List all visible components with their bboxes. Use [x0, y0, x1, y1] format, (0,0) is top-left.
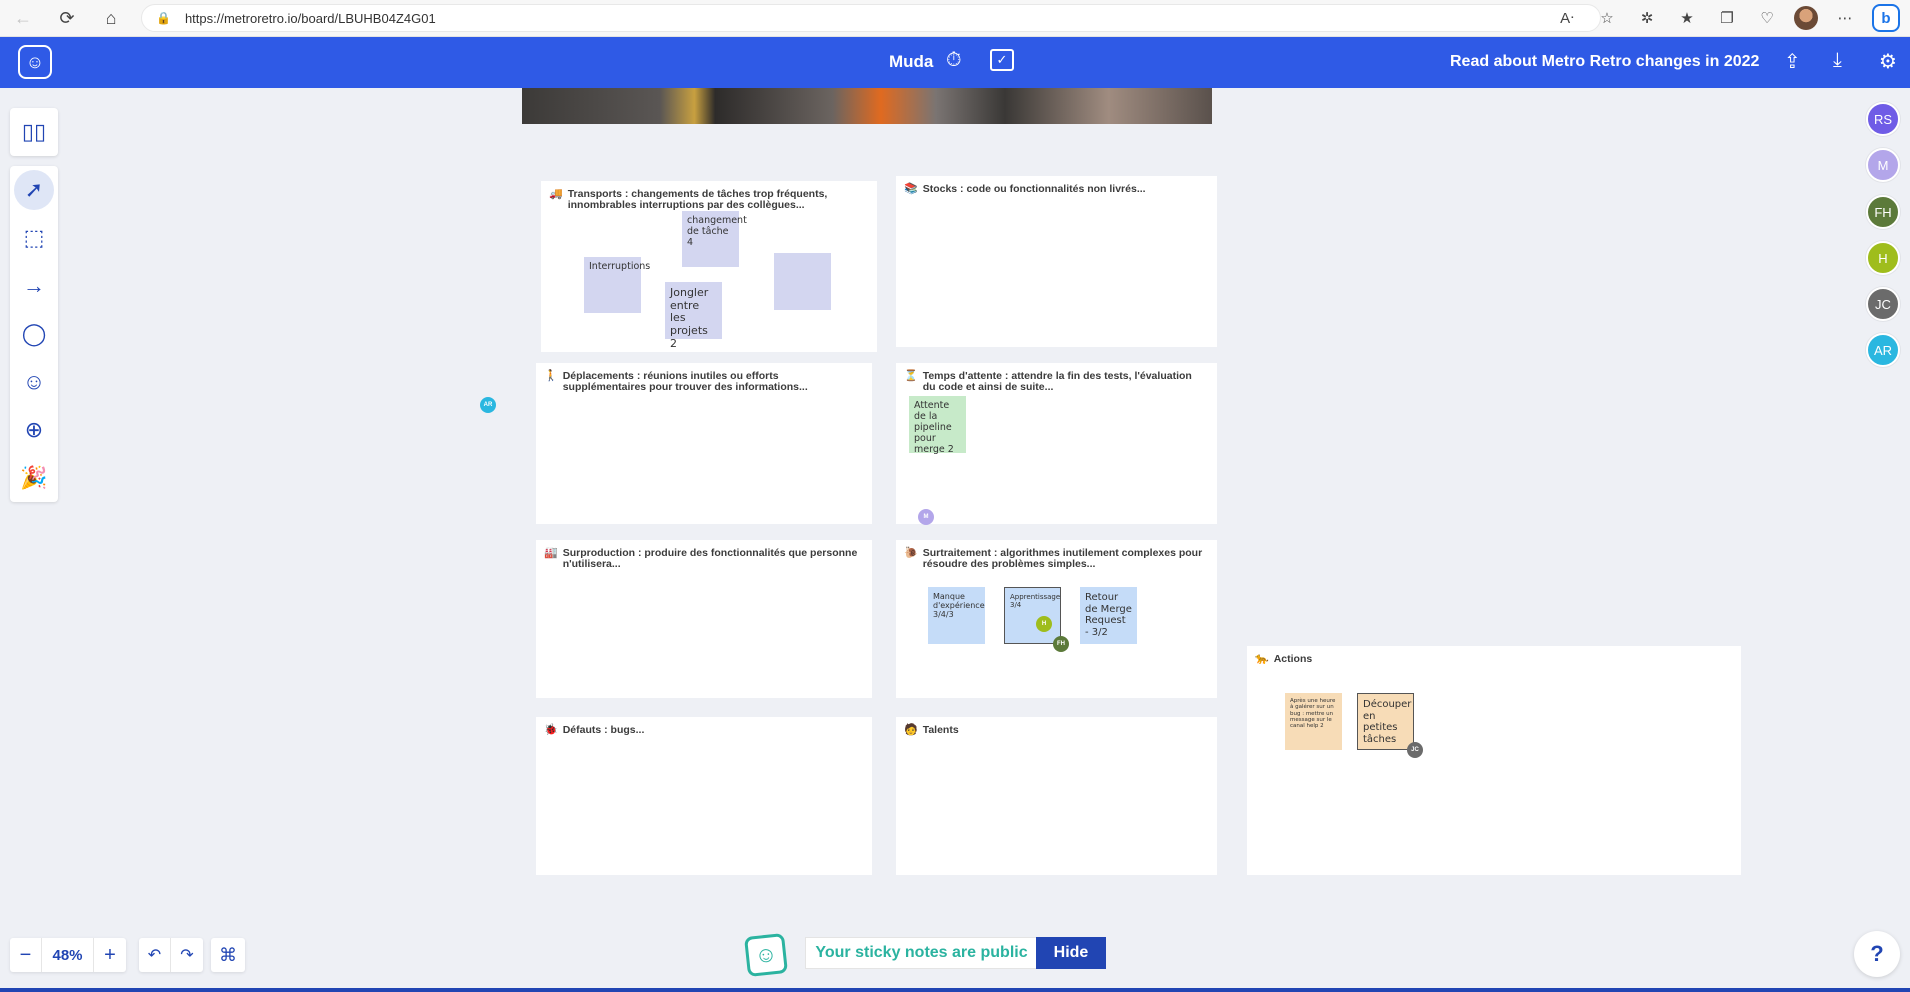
home-icon[interactable]: ⌂: [96, 3, 126, 33]
undo-redo-group: ↶ ↷: [139, 938, 203, 972]
column-temps-attente[interactable]: ⏳ Temps d'attente : attendre la fin des …: [896, 363, 1217, 525]
zoom-out-button[interactable]: −: [10, 938, 42, 972]
column-title: 🧑 Talents: [904, 724, 959, 736]
user-avatar-fh: FH: [1053, 636, 1069, 652]
column-defauts[interactable]: 🐞 Défauts : bugs...: [536, 717, 872, 875]
sticky-note[interactable]: Jongler entre les projets 2: [665, 282, 722, 349]
snail-icon: 🐌: [904, 547, 918, 559]
emoji-tool-icon[interactable]: ☺: [10, 358, 58, 406]
hourglass-icon: ⏳: [904, 370, 918, 382]
user-avatar[interactable]: FH: [1866, 195, 1900, 229]
user-avatar[interactable]: AR: [1866, 333, 1900, 367]
download-icon[interactable]: ⤓: [1833, 49, 1842, 72]
column-title: 🚚 Transports : changements de tâches tro…: [549, 188, 828, 211]
undo-icon[interactable]: ↶: [139, 938, 171, 972]
celebrate-tool-icon[interactable]: 🎉: [10, 454, 58, 502]
sticky-note[interactable]: Retour de Merge Request - 3/2: [1080, 587, 1137, 644]
zoom-level[interactable]: 48%: [42, 938, 94, 972]
help-button[interactable]: ?: [1854, 931, 1900, 977]
column-transports[interactable]: 🚚 Transports : changements de tâches tro…: [541, 181, 877, 352]
panel-toggle: ▯▯: [10, 108, 58, 156]
profile-avatar[interactable]: [1794, 6, 1818, 30]
sticky-note[interactable]: Après une heure à galérer sur un bug : m…: [1285, 693, 1342, 750]
select-tool-icon[interactable]: ➚: [14, 170, 54, 210]
column-stocks[interactable]: 📚 Stocks : code ou fonctionnalités non l…: [896, 176, 1217, 347]
user-cursor-avatar: M: [918, 509, 934, 525]
collections-icon[interactable]: ❐: [1714, 5, 1740, 31]
books-icon: 📚: [904, 183, 918, 195]
cheetah-icon: 🐆: [1255, 653, 1269, 665]
command-icon[interactable]: ⌘: [211, 938, 245, 972]
sticky-note[interactable]: Interruptions: [584, 257, 650, 313]
zoom-in-button[interactable]: +: [94, 938, 126, 972]
read-aloud-icon[interactable]: Aᐧ: [1554, 5, 1580, 31]
person-icon: 🧑: [904, 724, 918, 736]
refresh-icon[interactable]: ⟳: [52, 3, 82, 33]
bing-icon[interactable]: b: [1872, 4, 1900, 32]
board-header-image: [522, 88, 1212, 124]
column-title: 🐞 Défauts : bugs...: [544, 724, 645, 736]
sticky-note[interactable]: Attente de la pipeline pour merge 2: [909, 396, 966, 455]
timer-icon[interactable]: ⏱: [946, 49, 962, 72]
public-notice: Your sticky notes are public: [805, 937, 1038, 969]
bug-icon: 🐞: [544, 724, 558, 736]
user-avatar[interactable]: M: [1866, 148, 1900, 182]
user-avatar-h: H: [1036, 616, 1052, 632]
vote-icon[interactable]: ✓: [990, 49, 1014, 71]
column-title: 📚 Stocks : code ou fonctionnalités non l…: [904, 183, 1146, 195]
user-cursor-avatar: AR: [480, 397, 496, 413]
sticky-note[interactable]: Apprentissage 3/4: [1004, 587, 1061, 644]
back-icon[interactable]: ←: [8, 3, 38, 33]
sticky-note[interactable]: [774, 253, 831, 310]
column-title: 🏭 Surproduction : produire des fonctionn…: [544, 547, 858, 570]
mascot-icon: ☺: [744, 933, 788, 977]
bottom-strip: [0, 988, 1910, 992]
address-bar[interactable]: 🔒 https://metroretro.io/board/LBUHB04Z4G…: [141, 4, 1601, 32]
lock-icon: 🔒: [156, 11, 171, 25]
column-surtraitement[interactable]: 🐌 Surtraitement : algorithmes inutilemen…: [896, 540, 1217, 698]
plus-one-tool-icon[interactable]: ⊕: [10, 406, 58, 454]
column-title: 🚶 Déplacements : réunions inutiles ou ef…: [544, 370, 808, 393]
health-icon[interactable]: ♡: [1754, 5, 1780, 31]
url-text: https://metroretro.io/board/LBUHB04Z4G01: [184, 10, 436, 26]
column-actions[interactable]: 🐆 Actions Après une heure à galérer sur …: [1247, 646, 1741, 875]
walking-icon: 🚶: [544, 370, 558, 382]
redo-icon[interactable]: ↷: [171, 938, 203, 972]
app-header: ☺ Muda ⏱ ✓ Read about Metro Retro change…: [0, 37, 1910, 88]
user-avatar[interactable]: RS: [1866, 102, 1900, 136]
column-title: 🐌 Surtraitement : algorithmes inutilemen…: [904, 547, 1203, 570]
column-talents[interactable]: 🧑 Talents: [896, 717, 1217, 875]
favorite-icon[interactable]: ☆: [1594, 5, 1620, 31]
user-avatar[interactable]: H: [1866, 241, 1900, 275]
settings-icon[interactable]: ⚙: [1879, 49, 1897, 74]
favorites-icon[interactable]: ★: [1674, 5, 1700, 31]
user-avatar[interactable]: JC: [1866, 287, 1900, 321]
column-surproduction[interactable]: 🏭 Surproduction : produire des fonctionn…: [536, 540, 872, 698]
arrow-tool-icon[interactable]: →: [10, 262, 58, 310]
sticky-note[interactable]: Manque d'expérience 3/4/3: [928, 587, 985, 644]
zoom-controls: − 48% +: [10, 938, 126, 972]
column-title: 🐆 Actions: [1255, 653, 1313, 665]
truck-icon: 🚚: [549, 188, 563, 200]
column-title: ⏳ Temps d'attente : attendre la fin des …: [904, 370, 1192, 393]
sticky-note[interactable]: Découper en petites tâches: [1357, 693, 1414, 750]
metro-retro-logo[interactable]: ☺: [18, 45, 52, 79]
user-avatar-jc: JC: [1407, 742, 1423, 758]
browser-toolbar: ← ⟳ ⌂ 🔒 https://metroretro.io/board/LBUH…: [0, 0, 1910, 37]
frame-tool-icon[interactable]: ⬚: [10, 214, 58, 262]
share-icon[interactable]: ⇪: [1784, 49, 1801, 74]
news-link[interactable]: Read about Metro Retro changes in 2022: [1450, 53, 1759, 71]
hide-button[interactable]: Hide: [1036, 937, 1106, 969]
factory-icon: 🏭: [544, 547, 558, 559]
comment-tool-icon[interactable]: ◯: [10, 310, 58, 358]
column-deplacements[interactable]: 🚶 Déplacements : réunions inutiles ou ef…: [536, 363, 872, 524]
extensions-icon[interactable]: ✲: [1634, 5, 1660, 31]
sticky-note[interactable]: changement de tâche 4: [682, 211, 747, 267]
columns-toggle-icon[interactable]: ▯▯: [10, 108, 58, 156]
tool-palette: ➚ ⬚ → ◯ ☺ ⊕ 🎉: [10, 166, 58, 502]
board-title[interactable]: Muda: [889, 52, 933, 72]
more-icon[interactable]: ⋯: [1832, 5, 1858, 31]
